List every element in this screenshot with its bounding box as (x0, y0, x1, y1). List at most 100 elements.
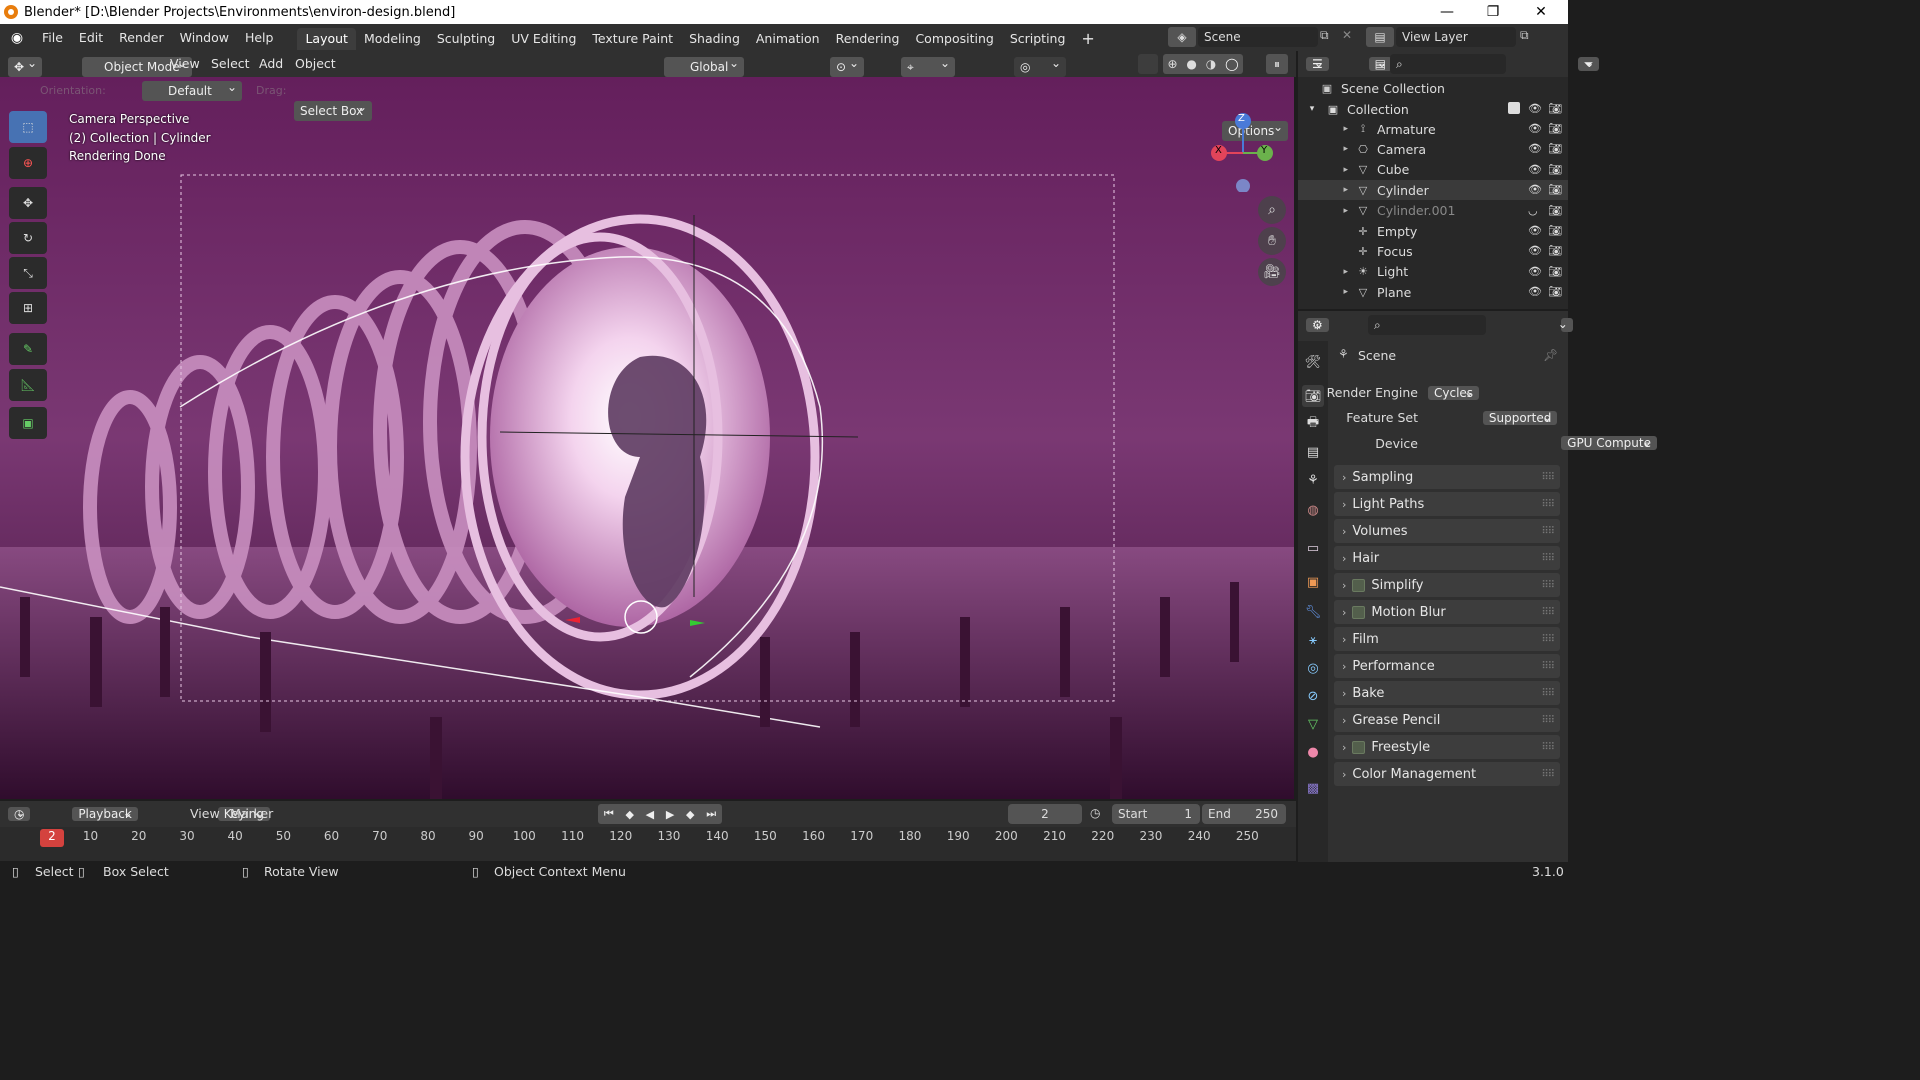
outliner-row-plane[interactable]: ▸ ▽ Plane 👁︎ 📷︎ (1298, 282, 1568, 302)
tab-compositing[interactable]: Compositing (907, 28, 1001, 50)
navigation-gizmo[interactable]: Z Y X (1205, 107, 1280, 193)
drag-grip-icon[interactable]: ⠿⠿ (1541, 553, 1555, 564)
view-layer-field[interactable]: View Layer (1396, 27, 1516, 47)
scene-browse-icon[interactable]: ◈ (1168, 27, 1196, 47)
viewport-menu-view[interactable]: View (162, 51, 208, 77)
outliner-row-empty[interactable]: ✛ Empty 👁︎ 📷︎ (1298, 221, 1568, 241)
play-icon[interactable]: ▶ (666, 808, 674, 821)
snapping-icon[interactable]: ⌖ (901, 53, 955, 77)
expand-icon[interactable]: ▸ (1298, 287, 1356, 297)
menu-file[interactable]: File (34, 24, 71, 51)
modifier-tab-icon[interactable]: 🔧︎ (1302, 601, 1324, 623)
transform-tool-icon[interactable]: ⊞ (9, 292, 47, 324)
pin-icon[interactable]: 📌︎ (1543, 348, 1558, 362)
drag-grip-icon[interactable]: ⠿⠿ (1541, 688, 1555, 699)
panel-hair[interactable]: › Hair ⠿⠿ (1334, 546, 1560, 570)
visibility-eye-icon[interactable]: 👁︎ (1528, 224, 1542, 237)
new-scene-icon[interactable]: ⧉ (1320, 28, 1338, 46)
select-box-tool-icon[interactable]: ⬚ (9, 111, 47, 143)
outliner-row-cylinder[interactable]: ▸ ▽ Cylinder 👁︎ 📷︎ (1298, 180, 1568, 201)
drag-grip-icon[interactable]: ⠿⠿ (1541, 607, 1555, 618)
expand-icon[interactable]: ▸ (1298, 124, 1356, 134)
prev-keyframe-icon[interactable]: ◆ (625, 808, 633, 821)
material-tab-icon[interactable]: ● (1302, 741, 1324, 763)
outliner-search-input[interactable]: ⌕ (1390, 54, 1506, 74)
scene-tab-icon[interactable]: ⚘ (1302, 469, 1324, 491)
viewport-menu-object[interactable]: Object (287, 51, 344, 77)
expand-icon[interactable]: ▸ (1298, 165, 1356, 175)
close-button[interactable]: ✕ (1518, 0, 1564, 24)
visibility-eye-icon[interactable]: 👁︎ (1528, 285, 1542, 298)
blender-menu-icon[interactable]: ◉ (0, 30, 34, 46)
outliner-editor-type-icon[interactable]: ☰ (1306, 57, 1329, 71)
material-shading-icon[interactable]: ◑ (1206, 57, 1216, 71)
panel-grease-pencil[interactable]: › Grease Pencil ⠿⠿ (1334, 708, 1560, 732)
scene-field[interactable]: Scene (1198, 27, 1318, 47)
drag-grip-icon[interactable]: ⠿⠿ (1541, 580, 1555, 591)
wireframe-shading-icon[interactable]: ⊕ (1167, 57, 1177, 71)
cursor-tool-icon[interactable]: ⊕ (9, 147, 47, 179)
render-visibility-icon[interactable]: 📷︎ (1548, 204, 1562, 217)
object-tab-icon[interactable]: ▣ (1302, 571, 1324, 593)
drag-grip-icon[interactable]: ⠿⠿ (1541, 634, 1555, 645)
panel-color-management[interactable]: › Color Management ⠿⠿ (1334, 762, 1560, 786)
panel-checkbox[interactable] (1352, 740, 1366, 754)
collection-eye-icon[interactable]: 👁︎ (1528, 102, 1542, 115)
editor-type-icon[interactable]: ✥ (8, 53, 42, 77)
viewport-menu-add[interactable]: Add (251, 51, 291, 77)
playback-dropdown[interactable]: Playback (72, 807, 138, 821)
minimize-button[interactable]: — (1424, 0, 1470, 24)
expand-icon[interactable]: ▸ (1298, 206, 1356, 216)
solid-shading-icon[interactable]: ● (1186, 57, 1196, 71)
delete-scene-icon[interactable]: ✕ (1342, 28, 1352, 42)
pause-render-icon[interactable]: ⏸ (1266, 54, 1288, 74)
drag-grip-icon[interactable]: ⠿⠿ (1541, 769, 1555, 780)
panel-sampling[interactable]: › Sampling ⠿⠿ (1334, 465, 1560, 489)
tab-scripting[interactable]: Scripting (1002, 28, 1074, 50)
physics-tab-icon[interactable]: ◎ (1302, 657, 1324, 679)
display-mode-icon[interactable]: ▤ (1368, 57, 1392, 71)
view-layer-tab-icon[interactable]: ▤ (1302, 441, 1324, 463)
collection-render-icon[interactable]: 📷︎ (1548, 102, 1562, 115)
filter-icon[interactable]: ⏷ (1577, 57, 1600, 71)
panel-checkbox[interactable] (1352, 578, 1366, 592)
outliner-row-focus[interactable]: ✛ Focus 👁︎ 📷︎ (1298, 241, 1568, 261)
orientation-dropdown[interactable]: Global (664, 53, 744, 77)
tab-shading[interactable]: Shading (681, 28, 748, 50)
preview-range-icon[interactable]: ◷ (1090, 806, 1100, 820)
pivot-point-icon[interactable]: ⊙ (830, 53, 864, 77)
pan-hand-icon[interactable]: ✋︎ (1258, 227, 1286, 255)
view-layer-browse-icon[interactable]: ▤ (1366, 27, 1394, 47)
visibility-eye-icon[interactable]: 👁︎ (1528, 122, 1542, 135)
panel-checkbox[interactable] (1352, 605, 1366, 619)
outliner-row-scene-collection[interactable]: ▣ Scene Collection (1298, 78, 1568, 98)
tab-layout[interactable]: Layout (297, 28, 356, 50)
render-visibility-icon[interactable]: 📷︎ (1548, 244, 1562, 257)
tab-uv-editing[interactable]: UV Editing (503, 28, 584, 50)
panel-light-paths[interactable]: › Light Paths ⠿⠿ (1334, 492, 1560, 516)
outliner-row-collection[interactable]: ▾ ▣ Collection 👁︎ 📷︎ (1298, 99, 1568, 119)
particles-tab-icon[interactable]: ⚹ (1302, 629, 1324, 651)
panel-motion-blur[interactable]: › Motion Blur ⠿⠿ (1334, 600, 1560, 624)
device-dropdown[interactable]: GPU Compute (1561, 436, 1657, 450)
properties-search-input[interactable]: ⌕ (1368, 315, 1486, 335)
transform-orientation-dropdown[interactable]: Default (142, 77, 242, 101)
drag-grip-icon[interactable]: ⠿⠿ (1541, 661, 1555, 672)
tool-tab-icon[interactable]: 🛠︎ (1302, 351, 1324, 373)
visibility-eye-icon[interactable]: 👁︎ (1528, 244, 1542, 257)
expand-icon[interactable]: ▸ (1298, 185, 1356, 195)
play-reverse-icon[interactable]: ◀ (646, 808, 654, 821)
viewport-menu-select[interactable]: Select (203, 51, 258, 77)
collection-tab-icon[interactable]: ▭ (1302, 537, 1324, 559)
visibility-eye-icon[interactable]: 👁︎ (1528, 163, 1542, 176)
measure-tool-icon[interactable]: 📐︎ (9, 369, 47, 401)
data-tab-icon[interactable]: ▽ (1302, 713, 1324, 735)
outliner-row-camera[interactable]: ▸ ⎔ Camera 👁︎ 📷︎ (1298, 139, 1568, 159)
expand-icon[interactable]: ▸ (1298, 267, 1356, 277)
drag-grip-icon[interactable]: ⠿⠿ (1541, 472, 1555, 483)
properties-editor-type-icon[interactable]: ⚙ (1306, 318, 1329, 332)
tab-animation[interactable]: Animation (748, 28, 828, 50)
render-visibility-icon[interactable]: 📷︎ (1548, 285, 1562, 298)
texture-tab-icon[interactable]: ▩ (1302, 777, 1324, 799)
render-visibility-icon[interactable]: 📷︎ (1548, 142, 1562, 155)
